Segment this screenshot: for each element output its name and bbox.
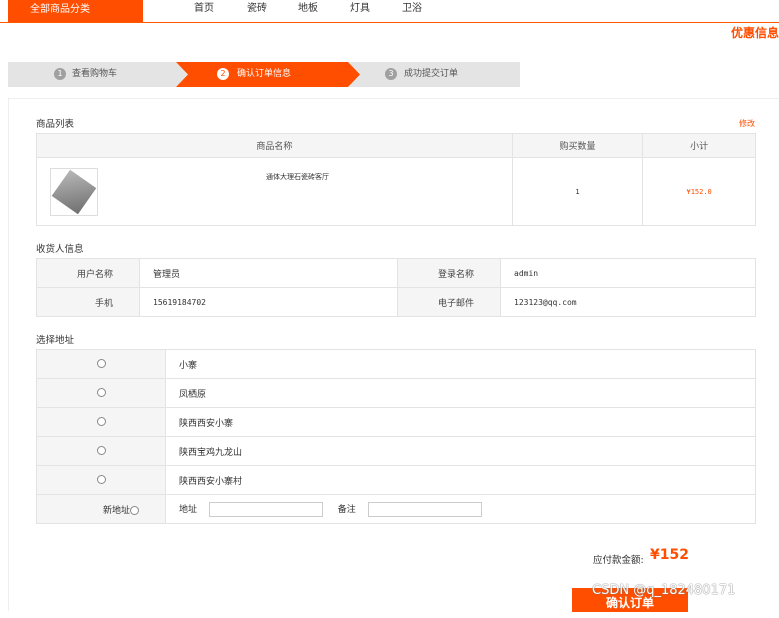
promo-link[interactable]: 优惠信息 (731, 24, 779, 41)
total-label: 应付款金额: (593, 555, 644, 566)
address-radio[interactable] (96, 388, 106, 397)
edit-link[interactable]: 修改 (739, 118, 755, 129)
product-name[interactable]: 通体大理石瓷砖客厅 (266, 172, 329, 182)
step-submit-success: 3 成功提交订单 (348, 62, 520, 87)
email-value: 123123@qq.com (500, 287, 756, 317)
goods-list-title: 商品列表 (36, 119, 75, 130)
step-label: 确认订单信息 (237, 69, 292, 79)
col-quantity: 购买数量 (511, 133, 644, 158)
table-row: 通体大理石瓷砖客厅 1 ¥152.0 (36, 157, 756, 226)
nav-bathroom[interactable]: 卫浴 (402, 0, 422, 18)
goods-table: 商品名称 购买数量 小计 通体大理石瓷砖客厅 1 ¥152.0 (36, 133, 756, 226)
watermark: CSDN @q_182480171 (592, 583, 736, 598)
checkout-steps: 1 查看购物车 2 确认订单信息 3 成功提交订单 (8, 62, 520, 87)
address-option-row: 陕西西安小寨 (36, 407, 756, 437)
address-text: 陕西宝鸡九龙山 (165, 436, 756, 466)
address-radio[interactable] (96, 475, 106, 484)
step-label: 查看购物车 (72, 69, 118, 79)
address-option-row: 陕西西安小寨村 (36, 465, 756, 495)
table-row: 用户名称 管理员 登录名称 admin (36, 258, 756, 288)
nav-tiles[interactable]: 瓷砖 (247, 0, 267, 18)
new-address-row: 新地址 地址 备注 (36, 494, 756, 524)
phone-label: 手机 (36, 287, 140, 317)
radio-cell (36, 436, 166, 466)
address-text: 陕西西安小寨村 (165, 465, 756, 495)
receiver-info-title: 收货人信息 (36, 244, 84, 255)
receiver-table: 用户名称 管理员 登录名称 admin 手机 15619184702 电子邮件 … (36, 258, 756, 317)
address-text: 陕西西安小寨 (165, 407, 756, 437)
address-text: 小寨 (165, 349, 756, 379)
all-categories-button[interactable]: 全部商品分类 (8, 0, 143, 22)
step-number: 2 (217, 68, 229, 80)
nav-home[interactable]: 首页 (194, 0, 214, 18)
col-product-name: 商品名称 (36, 133, 513, 158)
radio-cell (36, 407, 166, 437)
address-input-label: 地址 (179, 504, 198, 515)
address-input[interactable] (208, 501, 323, 517)
radio-cell (36, 465, 166, 495)
step-view-cart: 1 查看购物车 (8, 62, 188, 87)
nav-lighting[interactable]: 灯具 (350, 0, 370, 18)
step-number: 3 (385, 68, 397, 80)
new-address-radio[interactable] (130, 505, 139, 515)
address-option-row: 陕西宝鸡九龙山 (36, 436, 756, 466)
address-radio[interactable] (96, 359, 106, 368)
address-title: 选择地址 (36, 335, 75, 346)
new-address-label: 新地址 (102, 505, 130, 516)
new-address-inputs: 地址 备注 (165, 494, 756, 524)
col-subtotal: 小计 (642, 133, 756, 158)
address-table: 小寨 凤栖原 陕西西安小寨 陕西宝鸡九龙山 陕西西安小寨村 新地址 地址 备注 (36, 349, 756, 524)
table-row: 手机 15619184702 电子邮件 123123@qq.com (36, 287, 756, 317)
note-input-label: 备注 (337, 504, 356, 515)
product-quantity: 1 (511, 157, 644, 226)
login-name-label: 登录名称 (397, 258, 501, 288)
user-name-label: 用户名称 (36, 258, 140, 288)
table-header-row: 商品名称 购买数量 小计 (36, 133, 756, 158)
login-name-value: admin (500, 258, 756, 288)
product-thumbnail[interactable] (50, 168, 98, 216)
product-subtotal: ¥152.0 (642, 157, 756, 226)
radio-cell (36, 349, 166, 379)
step-label: 成功提交订单 (404, 69, 459, 79)
address-radio[interactable] (96, 446, 106, 455)
user-name-value: 管理员 (139, 258, 398, 288)
email-label: 电子邮件 (397, 287, 501, 317)
address-option-row: 小寨 (36, 349, 756, 379)
top-bar: 全部商品分类 首页 瓷砖 地板 灯具 卫浴 (0, 0, 779, 23)
nav-flooring[interactable]: 地板 (298, 0, 318, 18)
address-text: 凤栖原 (165, 378, 756, 408)
note-input[interactable] (367, 501, 482, 517)
new-address-cell: 新地址 (36, 494, 166, 524)
product-cell: 通体大理石瓷砖客厅 (36, 157, 513, 226)
address-option-row: 凤栖原 (36, 378, 756, 408)
total-amount: ¥152 (650, 547, 689, 563)
address-radio[interactable] (96, 417, 106, 426)
phone-value: 15619184702 (139, 287, 398, 317)
radio-cell (36, 378, 166, 408)
step-confirm-order: 2 确认订单信息 (176, 62, 362, 87)
product-image (51, 169, 97, 215)
step-number: 1 (54, 68, 66, 80)
